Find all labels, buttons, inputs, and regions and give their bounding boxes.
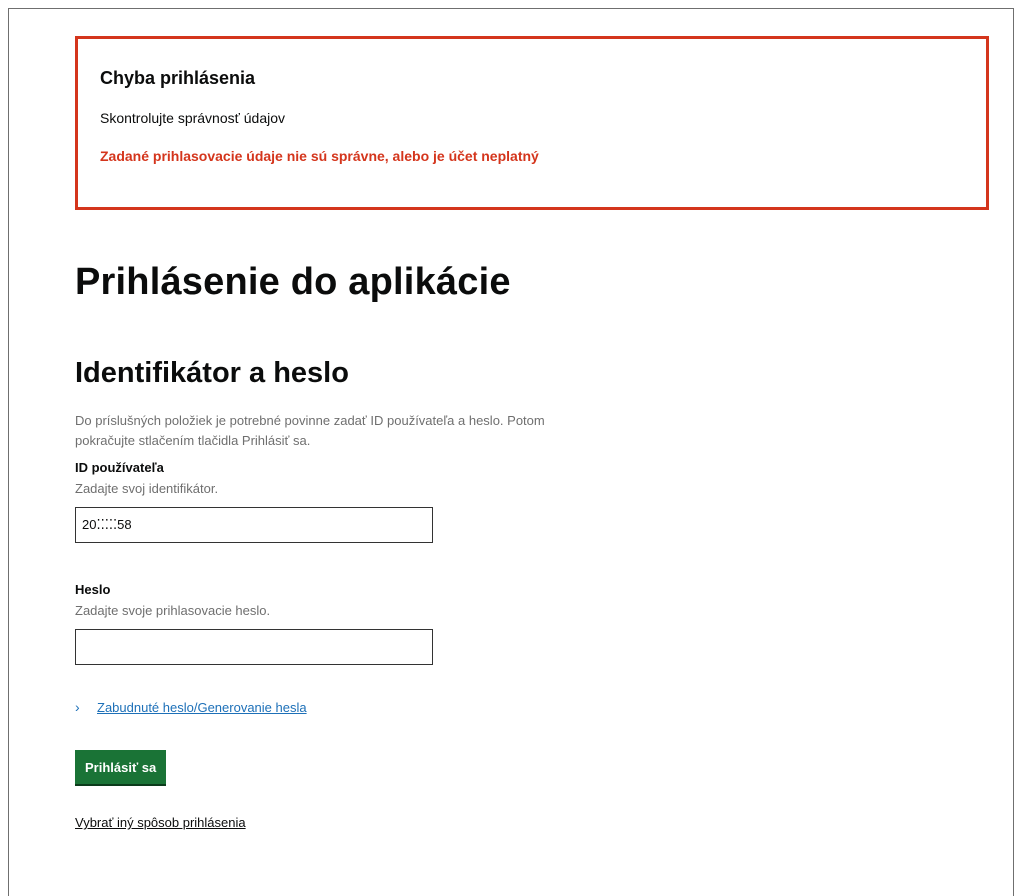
user-id-label: ID používateľa: [75, 460, 164, 475]
user-id-hint: Zadajte svoj identifikátor.: [75, 481, 219, 496]
password-label: Heslo: [75, 582, 111, 597]
main-content: Chyba prihlásenia Skontrolujte správnosť…: [75, 36, 989, 830]
error-summary-body: Skontrolujte správnosť údajov: [100, 110, 286, 126]
password-field-group: Heslo Zadajte svoje prihlasovacie heslo.: [75, 581, 989, 665]
password-input[interactable]: [75, 629, 433, 665]
login-button[interactable]: Prihlásiť sa: [75, 750, 167, 784]
alternative-login-link[interactable]: Vybrať iný spôsob prihlásenia: [75, 815, 989, 830]
forgot-password-link[interactable]: Zabudnuté heslo/Generovanie hesla: [97, 700, 307, 715]
user-id-input[interactable]: [75, 507, 433, 543]
password-hint: Zadajte svoje prihlasovacie heslo.: [75, 603, 271, 618]
error-summary-item[interactable]: Zadané prihlasovacie údaje nie sú správn…: [100, 147, 964, 165]
error-summary-title: Chyba prihlásenia: [100, 68, 256, 88]
section-title: Identifikátor a heslo: [75, 357, 349, 389]
intro-text: Do príslušných položiek je potrebné povi…: [75, 413, 545, 448]
forgot-password-details[interactable]: › Zabudnuté heslo/Generovanie hesla: [75, 699, 989, 715]
chevron-right-icon: ›: [75, 699, 80, 715]
page-title: Prihlásenie do aplikácie: [75, 261, 511, 303]
error-summary: Chyba prihlásenia Skontrolujte správnosť…: [75, 36, 989, 210]
user-id-field-group: ID používateľa Zadajte svoj identifikáto…: [75, 459, 989, 543]
